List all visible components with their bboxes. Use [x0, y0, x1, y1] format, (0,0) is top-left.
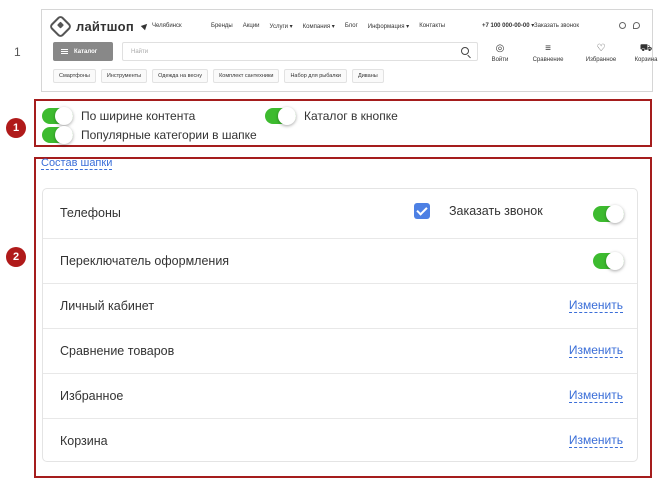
theme-switcher-toggle[interactable] — [593, 252, 624, 270]
header-composition-link[interactable]: Состав шапки — [41, 157, 113, 170]
category-chip[interactable]: Комплект сантехники — [213, 69, 280, 83]
toggle-knob — [606, 205, 624, 223]
popular-categories-label: Популярные категории в шапке — [81, 128, 257, 142]
composition-row-compare: Сравнение товаров Изменить — [43, 328, 637, 373]
login-button[interactable]: ◎ Войти — [482, 43, 518, 64]
logo[interactable]: лайтшоп — [48, 14, 134, 39]
composition-row-cart: Корзина Изменить — [43, 418, 637, 462]
compare-change-link[interactable]: Изменить — [568, 344, 623, 358]
row-label: Избранное — [60, 389, 124, 403]
city-label: Челябинск — [152, 23, 182, 29]
toggle-knob — [55, 126, 73, 144]
search-placeholder: Найти — [131, 48, 149, 55]
popular-categories-toggle[interactable] — [42, 126, 73, 144]
city-selector[interactable]: Челябинск — [140, 21, 182, 31]
nav-item-blog[interactable]: Блог — [345, 23, 358, 30]
callback-toggle[interactable] — [593, 205, 624, 223]
catalog-button-label: Каталог — [74, 48, 98, 55]
search-icon[interactable] — [461, 47, 469, 55]
theme-moon-icon[interactable] — [633, 22, 640, 29]
account-change-link[interactable]: Изменить — [568, 299, 623, 313]
compare-label: Сравнение — [532, 57, 564, 63]
search-input[interactable]: Найти — [122, 42, 478, 61]
category-chip[interactable]: Диваны — [352, 69, 384, 83]
composition-row-phones: Телефоны Заказать звонок — [43, 189, 637, 238]
marker-badge-2: 2 — [6, 247, 26, 267]
gear-icon[interactable] — [619, 22, 626, 29]
row-label: Корзина — [60, 434, 108, 448]
heart-icon: ♡ — [596, 43, 606, 54]
cart-button[interactable]: ⛟ Корзина — [628, 43, 664, 64]
category-chips: Смартфоны Инструменты Одежда на весну Ко… — [53, 69, 389, 83]
header-preview: лайтшоп Челябинск Бренды Акции Услуги ▾ … — [41, 9, 657, 92]
toggle-knob — [278, 107, 296, 125]
row-label: Личный кабинет — [60, 299, 155, 313]
composition-row-account: Личный кабинет Изменить — [43, 283, 637, 328]
cart-label: Корзина — [634, 57, 658, 63]
top-navigation: Бренды Акции Услуги ▾ Компания ▾ Блог Ин… — [211, 23, 455, 30]
row-label: Переключатель оформления — [60, 254, 230, 268]
logo-text: лайтшоп — [76, 19, 134, 34]
content-width-label: По ширине контента — [81, 109, 196, 123]
nav-item-brands[interactable]: Бренды — [211, 23, 233, 30]
content-width-toggle[interactable] — [42, 107, 73, 125]
logo-icon — [48, 14, 73, 39]
catalog-in-button-toggle[interactable] — [265, 107, 296, 125]
favorites-button[interactable]: ♡ Избранное — [578, 43, 624, 64]
marker-badge-1: 1 — [6, 118, 26, 138]
toggle-knob — [55, 107, 73, 125]
header-icons: ◎ Войти ≡ Сравнение ♡ Избранное ⛟ Корзин… — [482, 43, 664, 64]
row-label: Сравнение товаров — [60, 344, 175, 358]
favorites-label: Избранное — [585, 57, 617, 63]
composition-row-favorites: Избранное Изменить — [43, 373, 637, 418]
category-chip[interactable]: Смартфоны — [53, 69, 96, 83]
composition-row-theme-switcher: Переключатель оформления — [43, 238, 637, 283]
login-label: Войти — [491, 57, 509, 63]
nav-item-services[interactable]: Услуги ▾ — [270, 23, 293, 30]
catalog-button[interactable]: Каталог — [53, 42, 113, 61]
callback-link[interactable]: Заказать звонок — [534, 23, 579, 29]
nav-item-info[interactable]: Информация ▾ — [368, 23, 409, 30]
location-arrow-icon — [140, 21, 150, 31]
catalog-in-button-label: Каталог в кнопке — [304, 109, 398, 123]
nav-item-company[interactable]: Компания ▾ — [303, 23, 335, 30]
user-icon: ◎ — [495, 43, 505, 54]
cart-change-link[interactable]: Изменить — [568, 434, 623, 448]
nav-item-sales[interactable]: Акции — [243, 23, 260, 30]
compare-icon: ≡ — [545, 43, 551, 54]
favorites-change-link[interactable]: Изменить — [568, 389, 623, 403]
nav-item-contacts[interactable]: Контакты — [419, 23, 445, 30]
toggle-knob — [606, 252, 624, 270]
category-chip[interactable]: Одежда на весну — [152, 69, 209, 83]
compare-button[interactable]: ≡ Сравнение — [522, 43, 574, 64]
category-chip[interactable]: Инструменты — [100, 69, 148, 83]
phone-number[interactable]: +7 100 000-00-00 ▾ — [482, 22, 534, 29]
category-chip[interactable]: Набор для рыбалки — [284, 69, 347, 83]
callback-option-label: Заказать звонок — [449, 204, 543, 218]
row-label: Телефоны — [60, 206, 121, 220]
burger-icon — [61, 49, 68, 54]
phones-checkbox[interactable] — [414, 203, 430, 219]
cart-icon: ⛟ — [639, 43, 653, 54]
header-composition-card: Телефоны Заказать звонок Переключатель о… — [42, 188, 638, 462]
row-number: 1 — [14, 45, 21, 59]
